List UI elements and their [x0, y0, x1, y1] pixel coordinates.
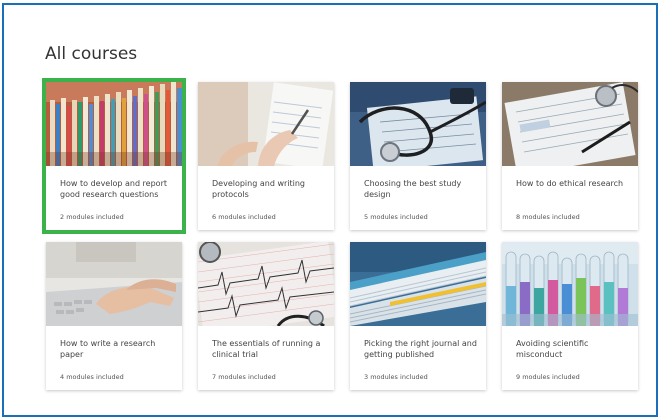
course-title: Avoiding scientific misconduct [516, 339, 589, 359]
course-title: How to write a research paper [60, 339, 156, 359]
course-card[interactable]: How to write a research paper 4 modules … [46, 242, 182, 390]
course-title: Choosing the best study design [364, 179, 462, 199]
ecg-chart-icon [198, 242, 334, 326]
course-card[interactable]: Choosing the best study design 5 modules… [350, 82, 486, 230]
folders-icon [46, 82, 182, 166]
test-tubes-icon [502, 242, 638, 326]
course-card[interactable]: Picking the right journal and getting pu… [350, 242, 486, 390]
course-card[interactable]: Avoiding scientific misconduct 9 modules… [502, 242, 638, 390]
typing-laptop-icon [46, 242, 182, 326]
medical-form-icon [502, 82, 638, 166]
module-count: 5 modules included [364, 213, 428, 221]
page-title: All courses [45, 44, 138, 64]
module-count: 3 modules included [364, 373, 428, 381]
course-title: The essentials of running a clinical tri… [212, 339, 321, 359]
courses-panel: All courses How to develop and report go… [2, 3, 658, 417]
course-card[interactable]: Developing and writing protocols 6 modul… [198, 82, 334, 230]
course-title: Picking the right journal and getting pu… [364, 339, 477, 359]
module-count: 9 modules included [516, 373, 580, 381]
module-count: 2 modules included [60, 213, 124, 221]
module-count: 4 modules included [60, 373, 124, 381]
module-count: 7 modules included [212, 373, 276, 381]
course-card[interactable]: How to do ethical research 8 modules inc… [502, 82, 638, 230]
clipboard-writing-icon [198, 82, 334, 166]
course-title: How to do ethical research [516, 179, 624, 188]
course-title: Developing and writing protocols [212, 179, 306, 199]
course-title: How to develop and report good research … [60, 179, 167, 199]
module-count: 8 modules included [516, 213, 580, 221]
stethoscope-icon [350, 82, 486, 166]
module-count: 6 modules included [212, 213, 276, 221]
course-card[interactable]: How to develop and report good research … [42, 78, 186, 234]
journal-stack-icon [350, 242, 486, 326]
course-card[interactable]: The essentials of running a clinical tri… [198, 242, 334, 390]
course-grid: How to develop and report good research … [42, 78, 638, 390]
